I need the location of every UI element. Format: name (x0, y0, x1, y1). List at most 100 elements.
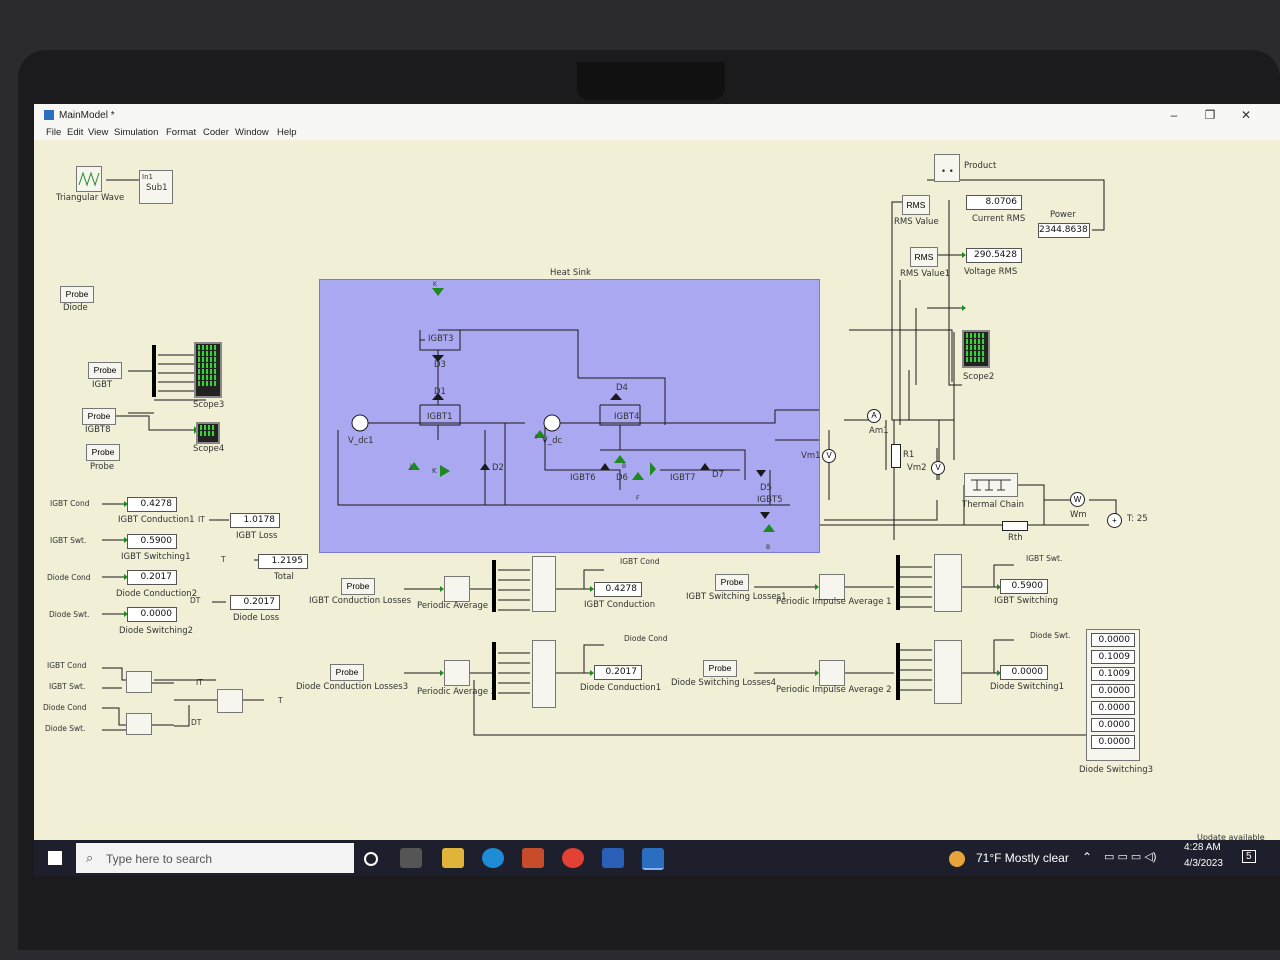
rms1-block[interactable]: RMS (910, 247, 938, 267)
diode-cond-tag: Diode Cond (47, 573, 91, 582)
rms-block[interactable]: RMS (902, 195, 930, 215)
matlab-icon[interactable] (522, 848, 544, 868)
igbt-conduction-label: IGBT Conduction (584, 600, 656, 610)
igbt-swt-tag: IGBT Swt. (50, 536, 87, 545)
mux-bar-5 (896, 643, 900, 700)
windows-start-icon[interactable] (48, 851, 62, 865)
taskbar-search[interactable]: ⌕ Type here to search (76, 843, 354, 873)
inverter-circuit (337, 288, 819, 532)
ammeter-icon[interactable]: A (867, 409, 881, 423)
weather-icon[interactable] (949, 851, 965, 867)
probe-diode-cond-losses[interactable]: Probe (330, 664, 364, 681)
probe-igbt[interactable]: Probe (88, 362, 122, 379)
search-placeholder: Type here to search (106, 852, 213, 866)
sum-block-diode-cond[interactable] (532, 640, 556, 708)
diode-cond-goto: Diode Cond (624, 634, 668, 643)
ds3-value-5: 0.0000 (1091, 701, 1135, 715)
clock-time[interactable]: 4:28 AM (1184, 842, 1221, 853)
igbt-switching-label: IGBT Switching (994, 596, 1059, 606)
vdc-label: V_dc (542, 436, 563, 446)
weather-text[interactable]: 71°F Mostly clear (976, 851, 1069, 865)
t25-label: T: 25 (1127, 514, 1148, 524)
r1-label: R1 (903, 450, 915, 460)
ds3-value-3: 0.1009 (1091, 667, 1135, 681)
menu-simulation[interactable]: Simulation (114, 127, 158, 138)
scope2-block[interactable] (962, 330, 990, 368)
menu-help[interactable]: Help (277, 127, 297, 138)
d5-label: D5 (760, 483, 772, 493)
sum-block-igbt-cond[interactable] (532, 556, 556, 612)
probe-igbt-cond-losses[interactable]: Probe (341, 578, 375, 595)
igbt-loss-display: 1.0178 (230, 513, 280, 528)
probe-igbt-sw-losses[interactable]: Probe (715, 574, 749, 591)
diode-switching2-label: Diode Switching2 (119, 626, 194, 636)
file-explorer-icon[interactable] (442, 848, 464, 868)
sum-block-diode-sw[interactable] (934, 640, 962, 704)
menu-edit[interactable]: Edit (67, 127, 83, 138)
periodic-impulse-average2-block[interactable] (819, 660, 845, 686)
chrome-icon[interactable] (562, 848, 584, 868)
sum-block-it[interactable] (126, 671, 152, 693)
igbt-sw-losses-label: IGBT Switching Losses1 (686, 592, 787, 602)
sum-block-igbt-sw[interactable] (934, 554, 962, 612)
probe-probe[interactable]: Probe (86, 444, 120, 461)
minimize-icon[interactable]: – (1164, 107, 1184, 123)
menu-file[interactable]: File (46, 127, 61, 138)
igbt4-label: IGBT4 (614, 412, 640, 422)
task-view-icon[interactable] (400, 848, 422, 868)
k-label: K (433, 281, 437, 288)
triangular-wave-block[interactable] (76, 166, 102, 192)
rth-resistor[interactable] (1002, 521, 1028, 531)
subsystem-block[interactable]: In1 Sub1 (139, 170, 173, 204)
system-tray-icons[interactable]: ▭ ▭ ▭ ◁) (1104, 850, 1156, 863)
menu-window[interactable]: Window (235, 127, 269, 138)
plecs-app-icon[interactable] (642, 848, 664, 870)
mux-bar-1 (152, 345, 156, 397)
menu-view[interactable]: View (88, 127, 108, 138)
diode-label: Diode (63, 303, 88, 313)
triangle-wave-icon (78, 171, 100, 187)
edge-icon[interactable] (482, 848, 504, 868)
title-bar: MainModel * – ❐ ✕ (34, 104, 1280, 126)
probe-diode-sw-losses[interactable]: Probe (703, 660, 737, 677)
heatsink-label: Heat Sink (550, 268, 591, 278)
menu-format[interactable]: Format (166, 127, 196, 138)
menu-coder[interactable]: Coder (203, 127, 229, 138)
model-canvas[interactable]: Triangular Wave In1 Sub1 Heat Sink K IGB… (34, 140, 1280, 842)
visual-studio-icon[interactable] (602, 848, 624, 868)
rms-value-label: RMS Value (894, 217, 939, 227)
current-rms-display: 8.0706 (966, 195, 1022, 210)
vdc1-label: V_dc1 (348, 436, 374, 446)
temperature-source-icon[interactable]: + (1107, 513, 1122, 528)
clock-date[interactable]: 4/3/2023 (1184, 858, 1223, 869)
diode-switching3-label: Diode Switching3 (1079, 765, 1154, 775)
probe-diode[interactable]: Probe (60, 286, 94, 303)
close-icon[interactable]: ✕ (1236, 107, 1256, 123)
scope3-block[interactable] (194, 342, 222, 398)
tray-chevron-icon[interactable]: ⌃ (1082, 850, 1092, 864)
thermal-chain-block[interactable] (964, 473, 1018, 497)
restore-icon[interactable]: ❐ (1200, 107, 1220, 123)
in1-port: In1 (142, 173, 153, 181)
sum-block-t[interactable] (217, 689, 243, 713)
voltmeter1-icon[interactable]: V (822, 449, 836, 463)
sum-block-dt[interactable] (126, 713, 152, 735)
cortana-icon[interactable] (364, 852, 378, 866)
igbt5-label: IGBT5 (757, 495, 783, 505)
resistor-r1[interactable] (891, 444, 901, 468)
b-label: B (622, 463, 627, 470)
igbt8-label: IGBT8 (85, 425, 111, 435)
periodic-average1-block[interactable] (444, 576, 470, 602)
app-window: MainModel * – ❐ ✕ File Edit View Simulat… (34, 104, 1280, 876)
notification-badge[interactable]: 5 (1242, 850, 1256, 863)
probe-igbt8[interactable]: Probe (82, 408, 116, 425)
diode-loss-display: 0.2017 (230, 595, 280, 610)
wattmeter-icon[interactable]: W (1070, 492, 1085, 507)
voltmeter2-icon[interactable]: V (931, 461, 945, 475)
probe-name-label: Probe (90, 462, 115, 472)
scope4-block[interactable] (196, 422, 220, 444)
heatsink-area[interactable]: K IGBT3 D3 D1 IGBT1 V_dc1 J K D2 I V_dc … (319, 279, 820, 553)
bl-dt: DT (191, 718, 202, 727)
product-block[interactable]: • • (934, 154, 960, 182)
periodic-average2-block[interactable] (444, 660, 470, 686)
